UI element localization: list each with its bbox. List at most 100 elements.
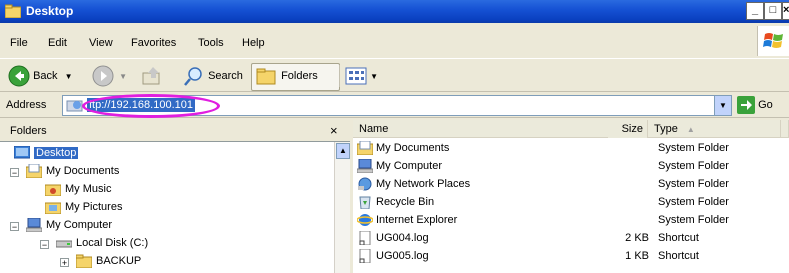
address-dropdown-icon[interactable]: ▼	[714, 96, 731, 115]
item-name: Internet Explorer	[376, 214, 458, 226]
tree-item-label: My Computer	[46, 218, 113, 231]
tree-item-label: BACKUP	[96, 254, 142, 267]
tree-item-desktop[interactable]: Desktop	[14, 146, 79, 164]
views-dropdown-icon[interactable]: ▼	[370, 72, 378, 81]
close-button[interactable]: ×	[782, 2, 789, 20]
tree-item-my-documents[interactable]: My Documents	[26, 164, 119, 182]
item-name: UG004.log	[376, 232, 429, 244]
item-type: Shortcut	[658, 232, 699, 244]
collapse-icon[interactable]: −	[10, 222, 19, 232]
go-label: Go	[758, 98, 773, 111]
my-computer-icon	[26, 218, 42, 232]
item-name: My Documents	[376, 142, 450, 154]
folders-pane-header: Folders ×	[0, 120, 350, 142]
search-button[interactable]: Search	[183, 64, 243, 88]
tree-item-label: Local Disk (C:)	[76, 236, 149, 249]
highlight-annotation	[82, 94, 220, 118]
close-icon[interactable]: ×	[330, 123, 338, 138]
forward-dropdown-icon[interactable]: ▼	[119, 72, 127, 81]
menu-view[interactable]: View	[89, 37, 113, 49]
list-item[interactable]: Internet Explorer System Folder	[353, 211, 789, 229]
collapse-icon[interactable]: −	[40, 240, 49, 250]
tree-item-local-disk-c[interactable]: Local Disk (C:)	[56, 236, 148, 254]
scroll-up-icon[interactable]: ▲	[336, 143, 350, 159]
folder-icon	[5, 4, 21, 18]
menu-favorites[interactable]: Favorites	[131, 37, 176, 49]
maximize-button[interactable]: □	[764, 2, 782, 20]
tree-item-my-music[interactable]: My Music	[45, 182, 111, 200]
desktop-icon	[14, 146, 30, 159]
tree-item-label: My Documents	[46, 164, 120, 177]
search-icon	[184, 67, 202, 86]
my-music-icon	[45, 184, 61, 196]
menu-file[interactable]: File	[10, 37, 28, 49]
go-arrow-icon	[737, 96, 755, 114]
windows-logo	[757, 26, 789, 56]
menu-edit[interactable]: Edit	[48, 37, 67, 49]
list-header: Name Size Type ▲	[353, 120, 789, 138]
hard-disk-icon	[56, 240, 72, 248]
list-item[interactable]: My Computer System Folder	[353, 157, 789, 175]
minimize-button[interactable]: _	[746, 2, 764, 20]
menu-bar: File Edit View Favorites Tools Help	[0, 33, 789, 55]
window-title: Desktop	[26, 4, 74, 18]
menu-tools[interactable]: Tools	[198, 37, 224, 49]
shortcut-file-icon	[359, 249, 371, 264]
column-header-type[interactable]: Type ▲	[648, 120, 781, 138]
my-documents-icon	[26, 164, 42, 178]
views-button[interactable]: ▼	[345, 64, 378, 88]
title-bar[interactable]: Desktop _ □ ×	[0, 0, 789, 23]
tree-item-label: My Pictures	[65, 200, 123, 213]
item-type: System Folder	[658, 214, 729, 226]
column-header-extra[interactable]	[781, 120, 789, 138]
item-type: System Folder	[658, 142, 729, 154]
item-name: My Computer	[376, 160, 443, 172]
go-button[interactable]: Go	[737, 96, 773, 116]
folders-pane-title: Folders	[10, 125, 47, 137]
windows-flag-icon	[763, 33, 783, 48]
item-type: System Folder	[658, 178, 729, 190]
item-type: System Folder	[658, 160, 729, 172]
network-places-icon	[358, 177, 372, 191]
list-item[interactable]: My Network Places System Folder	[353, 175, 789, 193]
internet-explorer-icon	[357, 214, 373, 227]
tree-item-backup[interactable]: BACKUP	[76, 254, 141, 272]
folders-icon	[256, 68, 276, 85]
list-item[interactable]: Recycle Bin System Folder	[353, 193, 789, 211]
back-dropdown-icon[interactable]: ▼	[65, 72, 73, 81]
tree-item-my-pictures[interactable]: My Pictures	[45, 200, 122, 218]
column-header-name[interactable]: Name	[353, 120, 648, 138]
forward-button[interactable]: ▼	[92, 64, 127, 88]
back-label: Back	[33, 70, 58, 82]
tree-item-my-computer[interactable]: My Computer	[26, 218, 112, 236]
column-header-type-label: Type	[654, 123, 678, 135]
toolbar-separator	[339, 65, 340, 87]
address-label: Address	[6, 99, 47, 111]
folders-scrollbar[interactable]: ▲	[334, 142, 350, 273]
up-folder-button[interactable]	[141, 64, 163, 88]
back-button[interactable]: Back ▼	[8, 64, 73, 88]
item-type: System Folder	[658, 196, 729, 208]
my-pictures-icon	[45, 202, 61, 214]
folders-pane: Folders × Desktop − My Documents My Musi…	[0, 120, 350, 273]
item-type: Shortcut	[658, 250, 699, 262]
list-item[interactable]: My Documents System Folder	[353, 139, 789, 157]
item-size: 2 KB	[625, 232, 649, 244]
item-name: Recycle Bin	[376, 196, 435, 208]
search-label: Search	[208, 70, 243, 82]
recycle-bin-icon	[359, 196, 371, 210]
menu-help[interactable]: Help	[242, 37, 265, 49]
collapse-icon[interactable]: −	[10, 168, 19, 178]
folders-label: Folders	[281, 70, 318, 82]
tree-item-label: My Music	[65, 182, 112, 195]
column-header-size[interactable]: Size	[608, 120, 648, 138]
up-folder-icon	[142, 67, 160, 85]
expand-icon[interactable]: +	[60, 258, 69, 268]
forward-arrow-icon	[92, 65, 114, 87]
views-icon	[345, 67, 367, 85]
list-item[interactable]: UG004.log 2 KB Shortcut	[353, 229, 789, 247]
folders-button[interactable]: Folders	[251, 63, 340, 91]
standard-toolbar: Back ▼ ▼ Search Folders ▼	[0, 58, 789, 92]
file-list: Name Size Type ▲ My Documents System Fol…	[353, 120, 789, 273]
list-item[interactable]: UG005.log 1 KB Shortcut	[353, 247, 789, 265]
